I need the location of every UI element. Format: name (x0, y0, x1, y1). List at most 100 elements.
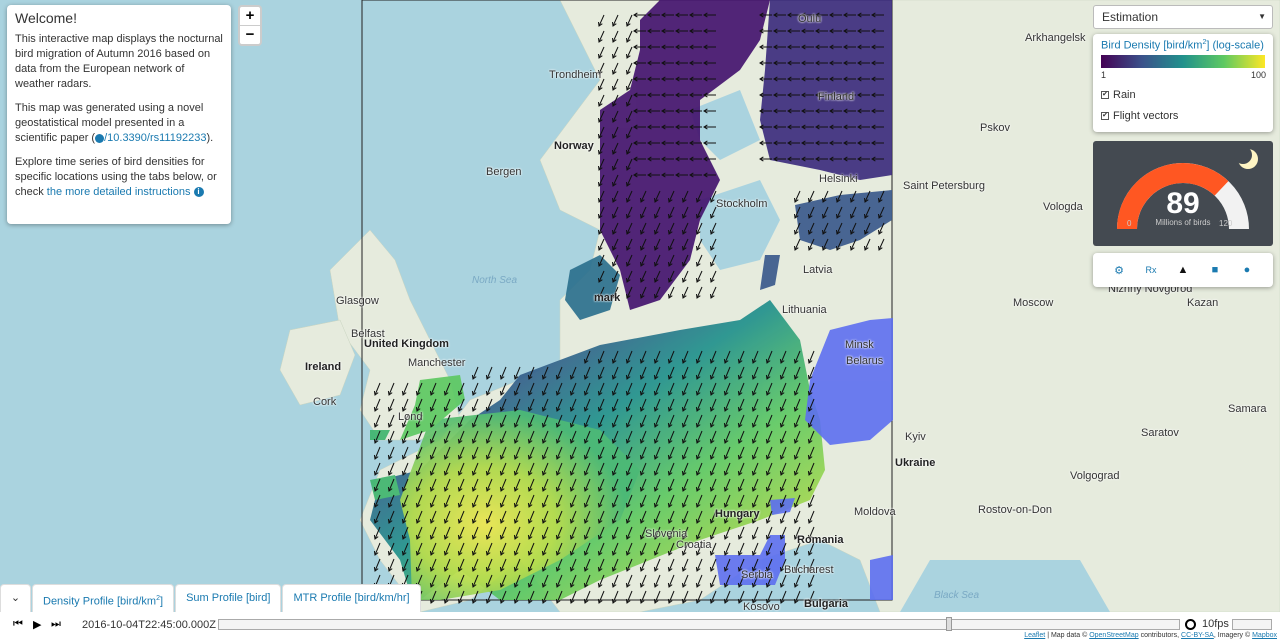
gauge-value: 89 (1166, 187, 1200, 220)
map-label-samara: Samara (1228, 403, 1267, 415)
legend-title: Bird Density [bird/km2] (log-scale) (1101, 39, 1265, 52)
info-icon[interactable]: i (193, 187, 204, 198)
license-link[interactable]: CC-BY-SA (1181, 632, 1214, 639)
map-label-ukraine: Ukraine (895, 457, 936, 469)
map-label-glasgow: Glasgow (336, 295, 379, 307)
tab-density-profile[interactable]: Density Profile [bird/km2] (32, 584, 175, 612)
map-label-spb: Saint Petersburg (903, 180, 985, 192)
attr-text-2: contributors, (1138, 632, 1182, 639)
forward-button[interactable]: ⏭ (51, 618, 61, 631)
gauge-max: 120 (1219, 219, 1233, 228)
settings-icon[interactable]: ⚙ (1112, 264, 1126, 277)
map-label-finland: Finland (818, 91, 855, 103)
instructions-link[interactable]: the more detailed instructions (47, 186, 191, 198)
legend-panel: Bird Density [bird/km2] (log-scale) 1 10… (1093, 34, 1273, 132)
layer-select[interactable]: Estimation ▼ (1093, 5, 1273, 29)
map-label-saratov: Saratov (1141, 427, 1179, 439)
attr-text-1: | Map data © (1045, 632, 1090, 639)
moon-icon (1234, 146, 1258, 169)
map-label-volgograd: Volgograd (1070, 470, 1120, 482)
map-label-north-sea: North Sea (472, 275, 518, 286)
legend-max: 100 (1251, 69, 1267, 80)
github-icon[interactable]: ● (1240, 264, 1254, 276)
play-button[interactable]: ▶ (33, 618, 41, 631)
osm-link[interactable]: OpenStreetMap (1089, 632, 1138, 639)
flight-vectors-checkbox[interactable]: ✔ (1101, 111, 1109, 120)
tab-density-end: ] (160, 595, 164, 608)
flight-vectors-label: Flight vectors (1113, 109, 1179, 122)
welcome-title: Welcome! (15, 10, 77, 26)
map-label-romania: Romania (797, 534, 844, 546)
layer-select-value: Estimation (1102, 10, 1159, 24)
legend-min: 1 (1101, 69, 1107, 80)
map-label-moscow: Moscow (1013, 297, 1054, 309)
leaflet-link[interactable]: Leaflet (1024, 632, 1045, 639)
chevron-down-icon: ▼ (1258, 12, 1266, 21)
map-label-kosovo: Kosovo (743, 601, 780, 612)
map-label-belarus: Belarus (846, 355, 884, 367)
gauge-unit: Millions of birds (1155, 218, 1211, 227)
map-label-oulu: Oulu (798, 13, 822, 25)
map-label-latvia: Latvia (803, 264, 833, 276)
map-label-helsinki: Helsinki (819, 173, 858, 185)
flight-vectors-toggle[interactable]: ✔ Flight vectors (1101, 108, 1265, 124)
map-label-croatia: Croatia (676, 539, 712, 551)
map-label-black-sea: Black Sea (934, 590, 980, 601)
welcome-intro: This interactive map displays the noctur… (15, 33, 223, 90)
map-label-ireland: Ireland (305, 361, 342, 373)
zoom-out-button[interactable]: − (240, 25, 260, 43)
map-label-london: Lond (398, 411, 423, 423)
time-slider[interactable] (218, 619, 1180, 630)
fps-label: 10fps (1202, 618, 1229, 630)
welcome-paper: This map was generated using a novel geo… (15, 101, 223, 146)
map-label-denmark: mark (594, 292, 621, 304)
doi-text: /10.3390/rs11192233 (104, 132, 207, 144)
map-label-kazan: Kazan (1187, 297, 1219, 309)
zoom-in-button[interactable]: + (240, 7, 260, 25)
map-label-kyiv: Kyiv (905, 431, 926, 443)
legend-color-bar (1101, 54, 1265, 68)
bird-icon[interactable]: ▲ (1176, 264, 1190, 276)
map-label-manchester: Manchester (408, 357, 466, 369)
legend-title-end: ] (log-scale) (1206, 39, 1264, 52)
map-label-cork: Cork (313, 396, 337, 408)
links-bar: ⚙ Rx ▲ ■ ● (1093, 253, 1273, 287)
map-label-uk: United Kingdom (364, 338, 449, 350)
tab-mtr-profile[interactable]: MTR Profile [bird/km/hr] (282, 584, 421, 612)
doi-icon (95, 133, 105, 143)
attribution: Leaflet | Map data © OpenStreetMap contr… (1024, 632, 1277, 639)
legend-ticks: 1 100 (1101, 69, 1267, 82)
map-label-serbia: Serbia (741, 569, 773, 581)
map-label-bucharest: Bucharest (784, 564, 834, 576)
r-package-icon[interactable]: Rx (1144, 265, 1158, 275)
map-label-trondheim: Trondheim (549, 69, 602, 81)
birds-gauge: 89 Millions of birds 0 120 (1093, 141, 1273, 246)
map-label-norway: Norway (554, 140, 594, 152)
time-slider-handle[interactable] (946, 617, 953, 631)
mapbox-link[interactable]: Mapbox (1252, 632, 1277, 639)
zoom-control: + − (238, 5, 262, 46)
tab-density-label: Density Profile [bird/km (43, 595, 157, 608)
gauge-min: 0 (1127, 219, 1132, 228)
rain-checkbox[interactable]: ✔ (1101, 90, 1109, 99)
attr-text-3: , Imagery © (1213, 632, 1253, 639)
map-label-hungary: Hungary (715, 508, 760, 520)
map-label-lithuania: Lithuania (782, 304, 827, 316)
fps-slider[interactable] (1232, 619, 1272, 630)
tabs-toggle-button[interactable]: ⌄ (0, 584, 31, 612)
current-time: 2016-10-04T22:45:00.000Z (82, 619, 216, 631)
welcome-explore: Explore time series of bird densities fo… (15, 155, 223, 200)
rain-toggle[interactable]: ✔ Rain (1101, 87, 1265, 103)
map-label-stockholm: Stockholm (716, 198, 768, 210)
map-label-moldova: Moldova (854, 506, 896, 518)
map-label-pskov: Pskov (980, 122, 1010, 134)
map-label-arkhangelsk: Arkhangelsk (1025, 32, 1086, 44)
legend-title-main: Bird Density [bird/km (1101, 39, 1203, 52)
paper-doi-link[interactable]: /10.3390/rs11192233 (95, 132, 206, 144)
rewind-button[interactable]: ⏮ (13, 618, 23, 631)
profile-tabs: ⌄ Density Profile [bird/km2] Sum Profile… (0, 584, 422, 612)
rain-label: Rain (1113, 88, 1136, 101)
map-label-bergen: Bergen (486, 166, 522, 178)
tab-sum-profile[interactable]: Sum Profile [bird] (175, 584, 282, 612)
paper-icon[interactable]: ■ (1208, 264, 1222, 276)
